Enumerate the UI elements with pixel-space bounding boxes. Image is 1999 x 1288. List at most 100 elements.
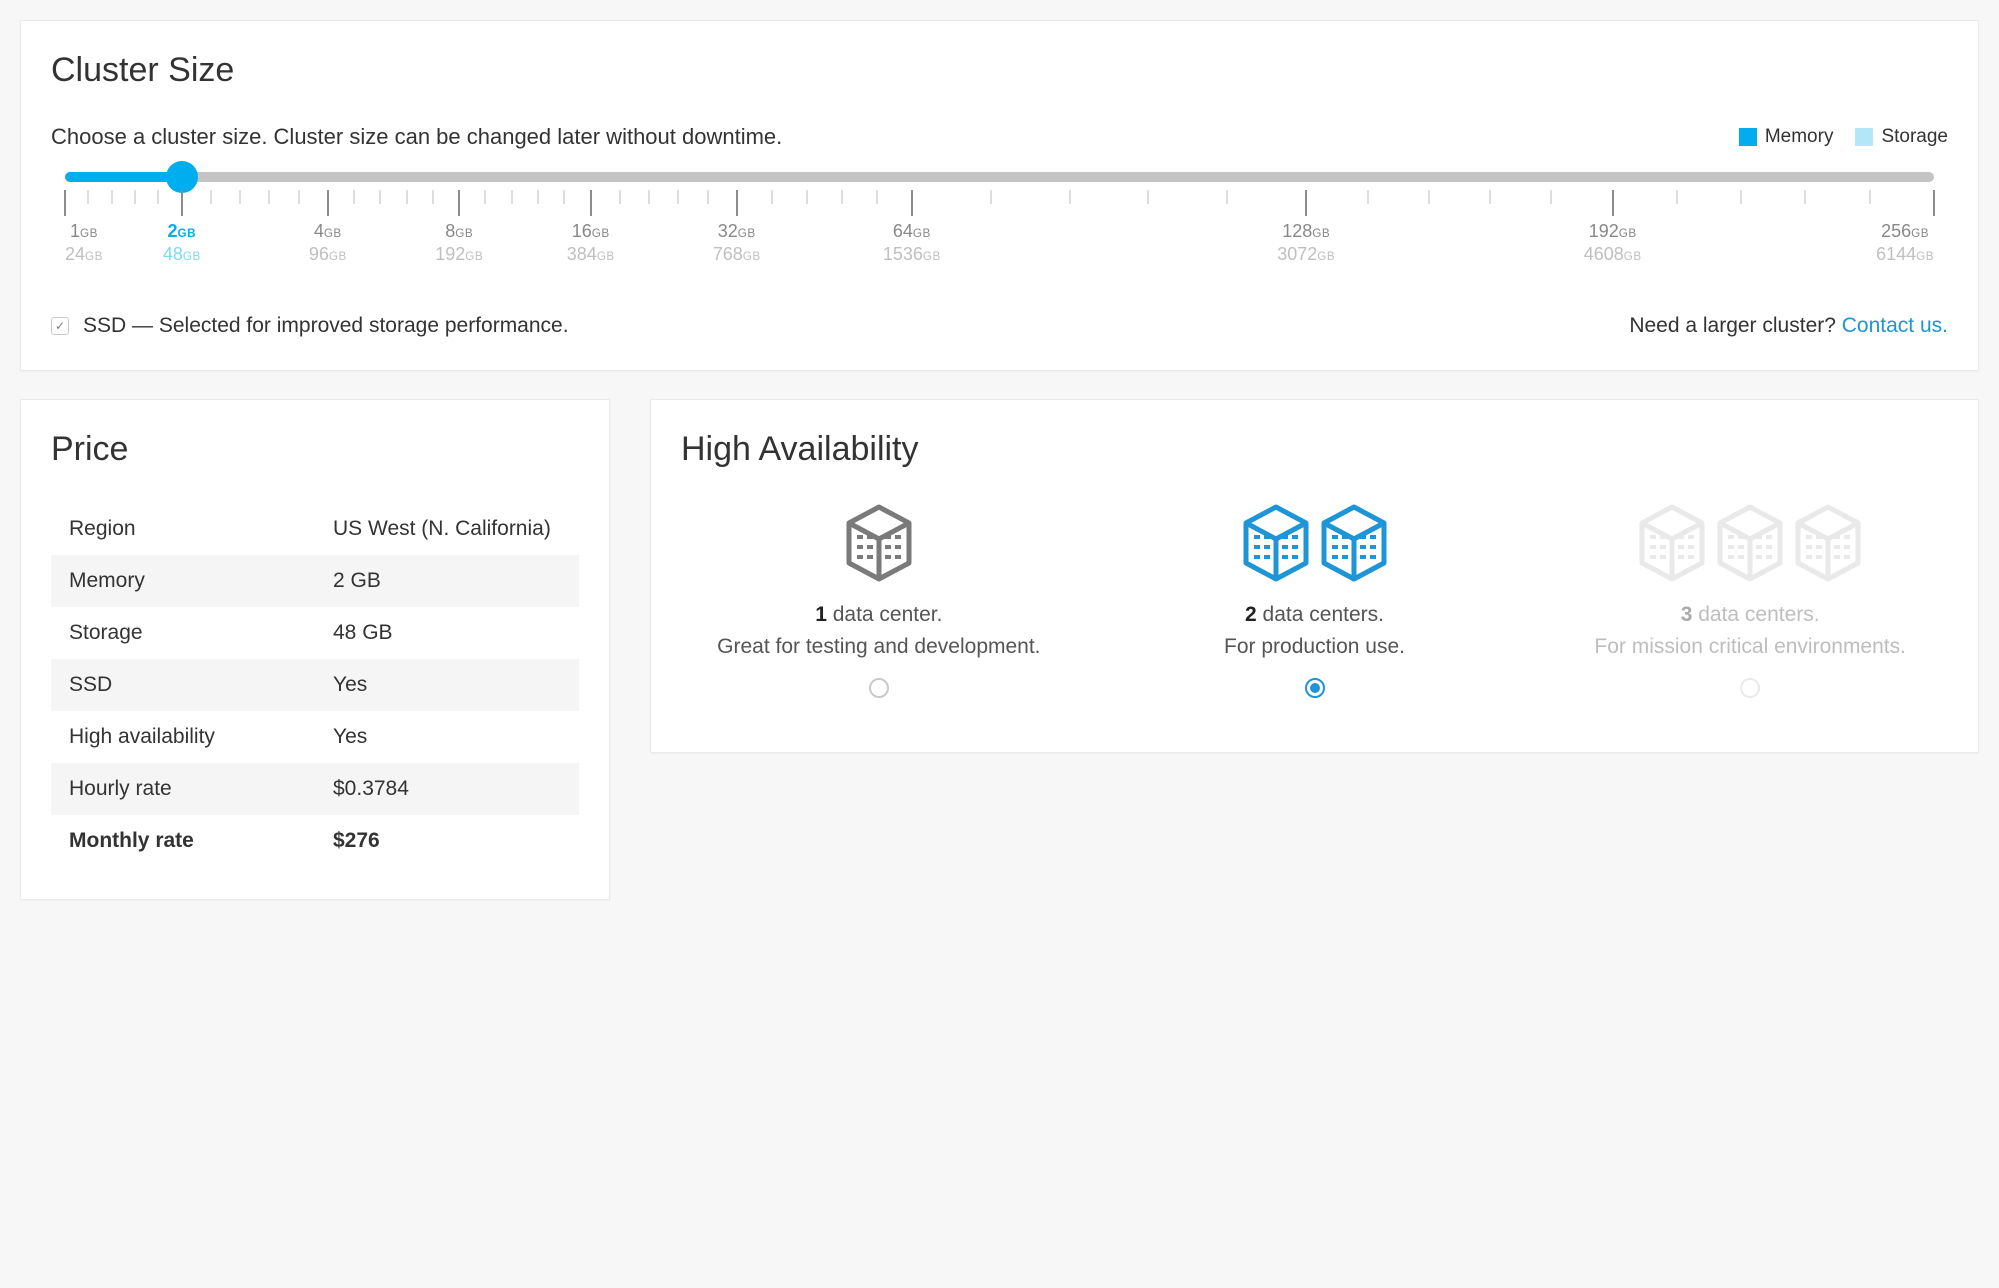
slider-stop-label[interactable]: 16GB384GB — [567, 220, 615, 267]
slider-minor-tick — [485, 190, 486, 204]
slider-stop-label[interactable]: 192GB4608GB — [1584, 220, 1642, 267]
price-card: Price RegionUS West (N. California)Memor… — [20, 399, 610, 900]
slider-fill — [65, 172, 182, 182]
price-row: RegionUS West (N. California) — [51, 503, 579, 555]
slider-minor-tick — [678, 190, 679, 204]
slider-minor-tick — [1490, 190, 1491, 204]
legend-storage: Storage — [1855, 126, 1948, 148]
slider-minor-tick — [1367, 190, 1368, 204]
slider-ticks — [65, 190, 1934, 216]
stop-memory-value: 4GB — [309, 220, 347, 243]
slider-stop-label[interactable]: 1GB24GB — [65, 220, 103, 267]
slider-minor-tick — [1148, 190, 1149, 204]
stop-memory-value: 128GB — [1277, 220, 1335, 243]
price-row-value: $0.3784 — [315, 763, 579, 815]
slider-minor-tick — [771, 190, 772, 204]
contact-us-link[interactable]: Contact us. — [1842, 314, 1948, 337]
price-row-value: 2 GB — [315, 555, 579, 607]
price-title: Price — [51, 430, 579, 469]
ha-option-text: 3 data centers.For mission critical envi… — [1562, 599, 1938, 662]
slider-minor-tick — [876, 190, 877, 204]
slider-major-tick — [327, 190, 329, 216]
slider-minor-tick — [649, 190, 650, 204]
price-row-label: Hourly rate — [51, 763, 315, 815]
data-center-icon — [1792, 503, 1864, 583]
ha-option-1[interactable]: 1 data center.Great for testing and deve… — [681, 503, 1077, 704]
slider-major-tick — [736, 190, 738, 216]
ha-icon-group — [691, 503, 1067, 583]
slider-minor-tick — [841, 190, 842, 204]
checkbox-icon[interactable]: ✓ — [51, 317, 69, 335]
ssd-option[interactable]: ✓ SSD — Selected for improved storage pe… — [51, 314, 569, 338]
data-center-icon — [1636, 503, 1708, 583]
data-center-icon — [1714, 503, 1786, 583]
slider-handle[interactable] — [166, 161, 198, 193]
slider-major-tick — [911, 190, 913, 216]
stop-memory-value: 2GB — [163, 220, 201, 243]
price-row: Memory2 GB — [51, 555, 579, 607]
price-row: Monthly rate$276 — [51, 815, 579, 867]
slider-minor-tick — [619, 190, 620, 204]
ssd-label: SSD — Selected for improved storage perf… — [83, 314, 569, 338]
price-row-value: Yes — [315, 659, 579, 711]
slider-stop-label[interactable]: 32GB768GB — [713, 220, 761, 267]
slider-minor-tick — [1741, 190, 1742, 204]
slider-minor-tick — [135, 190, 136, 204]
larger-cluster-prompt: Need a larger cluster? Contact us. — [1629, 314, 1948, 338]
cluster-size-slider[interactable]: 1GB24GB 2GB48GB 4GB96GB 8GB192GB 16GB384GB 32… — [51, 172, 1948, 278]
slider-major-tick — [458, 190, 460, 216]
slider-minor-tick — [1227, 190, 1228, 204]
slider-stop-label[interactable]: 256GB6144GB — [1876, 220, 1934, 267]
storage-swatch — [1855, 128, 1873, 146]
price-row-label: Monthly rate — [51, 815, 315, 867]
slider-minor-tick — [354, 190, 355, 204]
stop-storage-value: 3072GB — [1277, 243, 1335, 266]
stop-memory-value: 16GB — [567, 220, 615, 243]
slider-minor-tick — [158, 190, 159, 204]
slider-minor-tick — [806, 190, 807, 204]
slider-stop-label[interactable]: 64GB1536GB — [883, 220, 941, 267]
ha-option-3: 3 data centers.For mission critical envi… — [1552, 503, 1948, 704]
slider-minor-tick — [298, 190, 299, 204]
legend-memory-label: Memory — [1765, 126, 1834, 148]
stop-storage-value: 4608GB — [1584, 243, 1642, 266]
price-row-value: $276 — [315, 815, 579, 867]
slider-minor-tick — [990, 190, 991, 204]
ha-options: 1 data center.Great for testing and deve… — [681, 503, 1948, 704]
price-row-label: Memory — [51, 555, 315, 607]
slider-minor-tick — [707, 190, 708, 204]
legend-storage-label: Storage — [1881, 126, 1948, 148]
slider-minor-tick — [269, 190, 270, 204]
slider-major-tick — [1305, 190, 1307, 216]
slider-minor-tick — [1869, 190, 1870, 204]
price-row-value: 48 GB — [315, 607, 579, 659]
slider-minor-tick — [111, 190, 112, 204]
slider-minor-tick — [88, 190, 89, 204]
slider-stop-label[interactable]: 2GB48GB — [163, 220, 201, 267]
price-row-value: US West (N. California) — [315, 503, 579, 555]
ha-title: High Availability — [681, 430, 1948, 469]
slider-stop-label[interactable]: 128GB3072GB — [1277, 220, 1335, 267]
price-row: Storage48 GB — [51, 607, 579, 659]
ha-radio[interactable] — [869, 678, 889, 698]
ha-radio — [1740, 678, 1760, 698]
ha-option-2[interactable]: 2 data centers.For production use. — [1117, 503, 1513, 704]
stop-storage-value: 1536GB — [883, 243, 941, 266]
slider-minor-tick — [511, 190, 512, 204]
data-center-icon — [1240, 503, 1312, 583]
slider-minor-tick — [1676, 190, 1677, 204]
slider-minor-tick — [1428, 190, 1429, 204]
data-center-icon — [1318, 503, 1390, 583]
slider-stop-label[interactable]: 4GB96GB — [309, 220, 347, 267]
slider-track[interactable] — [65, 172, 1934, 182]
ha-radio[interactable] — [1305, 678, 1325, 698]
stop-storage-value: 24GB — [65, 243, 103, 266]
stop-memory-value: 8GB — [435, 220, 483, 243]
price-row: SSDYes — [51, 659, 579, 711]
price-row-label: SSD — [51, 659, 315, 711]
stop-memory-value: 1GB — [65, 220, 103, 243]
slider-stop-label[interactable]: 8GB192GB — [435, 220, 483, 267]
slider-major-tick — [181, 190, 183, 216]
slider-major-tick — [1933, 190, 1935, 216]
slider-stop-labels: 1GB24GB 2GB48GB 4GB96GB 8GB192GB 16GB384GB 32… — [65, 220, 1934, 278]
